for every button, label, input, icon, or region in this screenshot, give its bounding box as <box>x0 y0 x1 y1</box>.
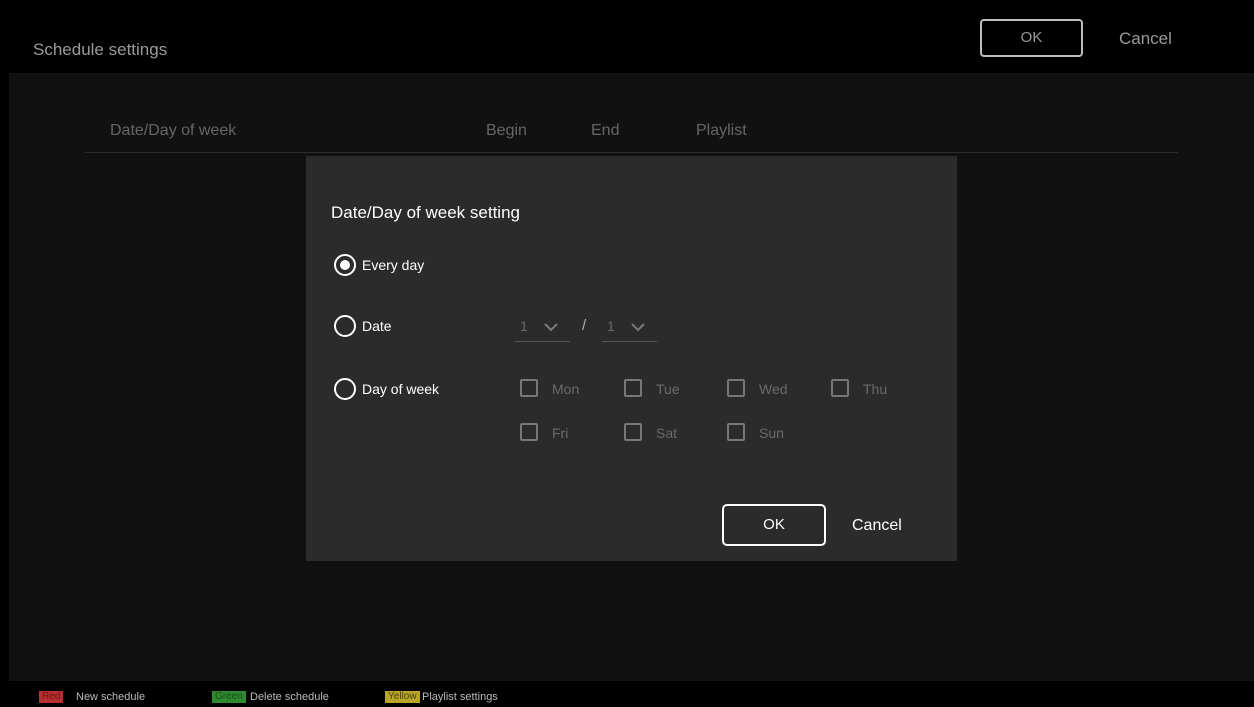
month-select[interactable]: 1 <box>515 317 570 342</box>
checkbox-thu[interactable] <box>831 379 849 397</box>
yellow-key-action: Playlist settings <box>422 691 498 703</box>
green-key-badge: Green <box>212 691 246 703</box>
checkbox-label-fri: Fri <box>552 425 569 441</box>
every-day-radio[interactable] <box>334 254 356 276</box>
column-header-playlist: Playlist <box>696 122 747 139</box>
page-title: Schedule settings <box>33 40 168 59</box>
date-label[interactable]: Date <box>362 318 392 334</box>
column-header-end: End <box>591 122 620 139</box>
checkbox-label-tue: Tue <box>656 381 680 397</box>
day-select[interactable]: 1 <box>602 317 657 342</box>
day-of-week-label[interactable]: Day of week <box>362 381 439 397</box>
header-ok-button[interactable]: OK <box>980 19 1083 57</box>
checkbox-wed[interactable] <box>727 379 745 397</box>
header-cancel-button[interactable]: Cancel <box>1119 29 1172 49</box>
checkbox-mon[interactable] <box>520 379 538 397</box>
checkbox-sat[interactable] <box>624 423 642 441</box>
checkbox-label-sat: Sat <box>656 425 678 441</box>
checkbox-fri[interactable] <box>520 423 538 441</box>
chevron-down-icon <box>631 323 645 332</box>
column-header-date: Date/Day of week <box>110 122 237 139</box>
red-key-action: New schedule <box>76 691 146 703</box>
checkbox-label-sun: Sun <box>759 425 784 441</box>
day-select-value: 1 <box>607 318 615 334</box>
every-day-label[interactable]: Every day <box>362 257 424 273</box>
checkbox-label-wed: Wed <box>759 381 788 397</box>
date-separator: / <box>582 317 587 334</box>
column-header-begin: Begin <box>486 122 527 139</box>
checkbox-tue[interactable] <box>624 379 642 397</box>
dialog-title: Date/Day of week setting <box>331 203 520 222</box>
red-key-badge: Red <box>39 691 64 703</box>
date-radio[interactable] <box>334 315 356 337</box>
checkbox-sun[interactable] <box>727 423 745 441</box>
checkbox-label-thu: Thu <box>863 381 888 397</box>
chevron-down-icon <box>544 323 558 332</box>
yellow-key-badge: Yellow <box>385 691 420 703</box>
day-of-week-radio[interactable] <box>334 378 356 400</box>
date-day-setting-dialog: Date/Day of week setting Every day Date … <box>306 156 957 561</box>
schedule-settings-screen: Schedule settings OK Cancel Date/Day of … <box>9 7 1254 707</box>
header-bar: Schedule settings OK Cancel <box>9 7 1254 73</box>
checkbox-label-mon: Mon <box>552 381 580 397</box>
table-header-divider <box>85 152 1178 153</box>
month-select-value: 1 <box>520 318 528 334</box>
green-key-action: Delete schedule <box>250 691 329 703</box>
dialog-ok-button[interactable]: OK <box>722 504 826 546</box>
dialog-cancel-button[interactable]: Cancel <box>852 517 902 535</box>
footer-key-guide: Red New schedule Green Delete schedule Y… <box>9 681 1254 707</box>
